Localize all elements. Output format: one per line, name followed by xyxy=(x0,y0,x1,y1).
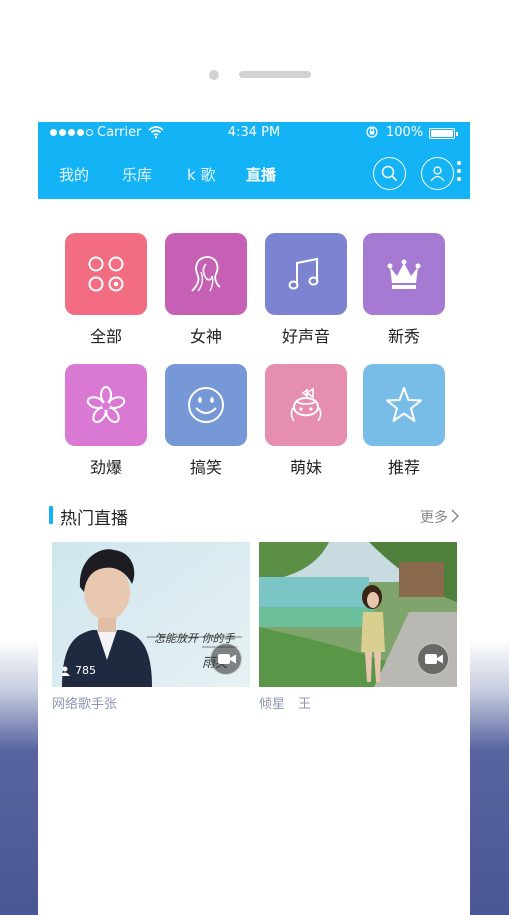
category-label: 女神 xyxy=(189,327,222,346)
tab-live[interactable]: 直播 xyxy=(246,164,276,185)
category-goddess[interactable]: 女神 xyxy=(165,233,247,347)
goddess-icon xyxy=(191,256,221,292)
video-button[interactable] xyxy=(417,643,449,675)
category-label: 搞笑 xyxy=(189,458,222,477)
video-camera-icon xyxy=(425,654,443,664)
stream-card-1[interactable]: 怎能放开 你的手 雨笑 785 xyxy=(52,542,250,687)
category-tile xyxy=(65,233,147,315)
grid-icon xyxy=(88,256,124,292)
stream-name[interactable]: 倾星 王 xyxy=(259,693,311,712)
star-icon xyxy=(386,387,422,422)
category-cute[interactable]: 萌妹 xyxy=(265,364,347,478)
category-tile xyxy=(165,233,247,315)
category-tile xyxy=(265,364,347,446)
category-label: 新秀 xyxy=(387,327,420,346)
category-good-voice[interactable]: 好声音 xyxy=(265,233,347,347)
category-label: 萌妹 xyxy=(289,458,322,477)
stream-card-2[interactable] xyxy=(259,542,457,687)
category-label: 劲爆 xyxy=(89,458,122,477)
chevron-right-icon[interactable] xyxy=(450,508,460,524)
search-button[interactable] xyxy=(373,157,406,190)
category-recommend[interactable]: 推荐 xyxy=(363,364,445,478)
category-newcomer[interactable]: 新秀 xyxy=(363,233,445,347)
category-label: 全部 xyxy=(89,327,122,346)
crown-icon xyxy=(387,259,421,289)
profile-button[interactable] xyxy=(421,157,454,190)
category-tile xyxy=(165,364,247,446)
tab-mine[interactable]: 我的 xyxy=(59,164,89,185)
battery-icon xyxy=(429,128,458,139)
stream-card-placeholder xyxy=(52,732,250,822)
view-count: 785 xyxy=(60,664,96,677)
category-label: 好声音 xyxy=(281,327,330,346)
phone-speaker xyxy=(239,71,311,78)
top-bar: Carrier 4:34 PM 100% 我的 乐库 k 歌 直播 xyxy=(38,122,470,199)
section-title: 热门直播 xyxy=(60,509,128,529)
category-tile xyxy=(363,233,445,315)
smiley-icon xyxy=(188,387,224,423)
phone-camera xyxy=(209,70,219,80)
battery-percent: 100% xyxy=(386,125,424,140)
category-tile xyxy=(65,364,147,446)
category-tile xyxy=(363,364,445,446)
app-screen: Carrier 4:34 PM 100% 我的 乐库 k 歌 直播 全部 女神 … xyxy=(38,122,470,915)
rotation-lock-icon xyxy=(366,126,378,138)
tab-karaoke[interactable]: k 歌 xyxy=(187,164,215,185)
section-accent-bar xyxy=(49,506,53,524)
tab-library[interactable]: 乐库 xyxy=(122,164,152,185)
view-count-value: 785 xyxy=(75,664,96,677)
stream-card-placeholder xyxy=(259,732,457,822)
category-label: 推荐 xyxy=(387,458,420,477)
category-funny[interactable]: 搞笑 xyxy=(165,364,247,478)
user-icon xyxy=(430,166,445,182)
search-icon xyxy=(381,165,398,182)
cute-girl-icon xyxy=(290,387,322,422)
category-tile xyxy=(265,233,347,315)
more-link[interactable]: 更多 xyxy=(420,507,448,527)
more-icon[interactable] xyxy=(457,161,463,185)
video-camera-icon xyxy=(218,654,236,664)
status-bar: Carrier 4:34 PM 100% xyxy=(38,122,470,144)
stream-name[interactable]: 网络歌手张 xyxy=(52,693,117,712)
category-all[interactable]: 全部 xyxy=(65,233,147,347)
video-button[interactable] xyxy=(210,643,242,675)
music-note-icon xyxy=(288,257,319,290)
flower-icon xyxy=(86,386,126,424)
viewer-icon xyxy=(60,666,70,676)
category-hot[interactable]: 劲爆 xyxy=(65,364,147,478)
